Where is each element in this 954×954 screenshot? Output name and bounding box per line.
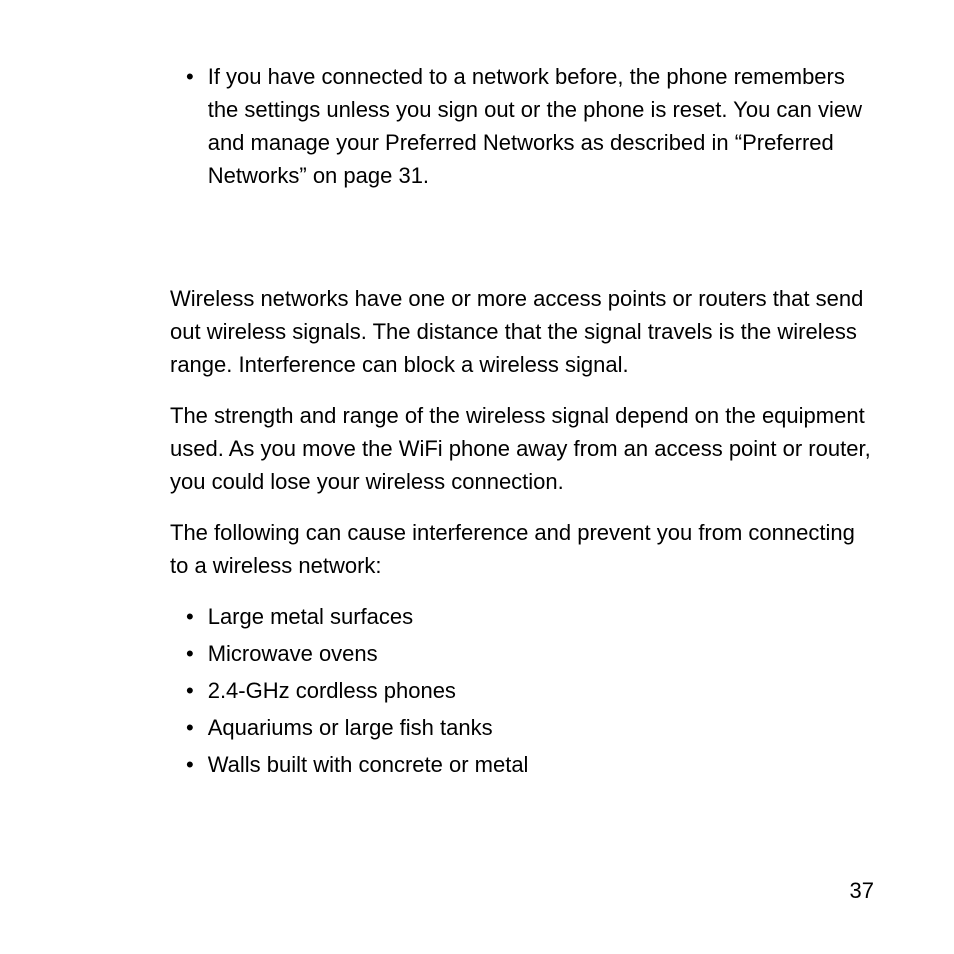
paragraph-interference-intro: The following can cause interference and… [170, 516, 874, 582]
list-item-text: Large metal surfaces [208, 600, 413, 633]
list-item: • 2.4-GHz cordless phones [186, 674, 874, 707]
bullet-icon: • [186, 674, 194, 707]
intro-bullet-text: If you have connected to a network befor… [208, 60, 874, 192]
bullet-icon: • [186, 711, 194, 744]
list-item: • Microwave ovens [186, 637, 874, 670]
list-item: • Aquariums or large fish tanks [186, 711, 874, 744]
interference-list: • Large metal surfaces • Microwave ovens… [186, 600, 874, 781]
page-number: 37 [850, 878, 874, 904]
paragraph-signal-strength: The strength and range of the wireless s… [170, 399, 874, 498]
list-item-text: Microwave ovens [208, 637, 378, 670]
bullet-icon: • [186, 60, 194, 93]
bullet-icon: • [186, 600, 194, 633]
paragraph-wireless-range: Wireless networks have one or more acces… [170, 282, 874, 381]
list-item-text: Aquariums or large fish tanks [208, 711, 493, 744]
bullet-icon: • [186, 637, 194, 670]
list-item-text: 2.4-GHz cordless phones [208, 674, 456, 707]
page-content: • If you have connected to a network bef… [0, 0, 954, 781]
list-item: • Walls built with concrete or metal [186, 748, 874, 781]
list-item-text: Walls built with concrete or metal [208, 748, 529, 781]
list-item: • Large metal surfaces [186, 600, 874, 633]
intro-bullet-item: • If you have connected to a network bef… [186, 60, 874, 192]
bullet-icon: • [186, 748, 194, 781]
